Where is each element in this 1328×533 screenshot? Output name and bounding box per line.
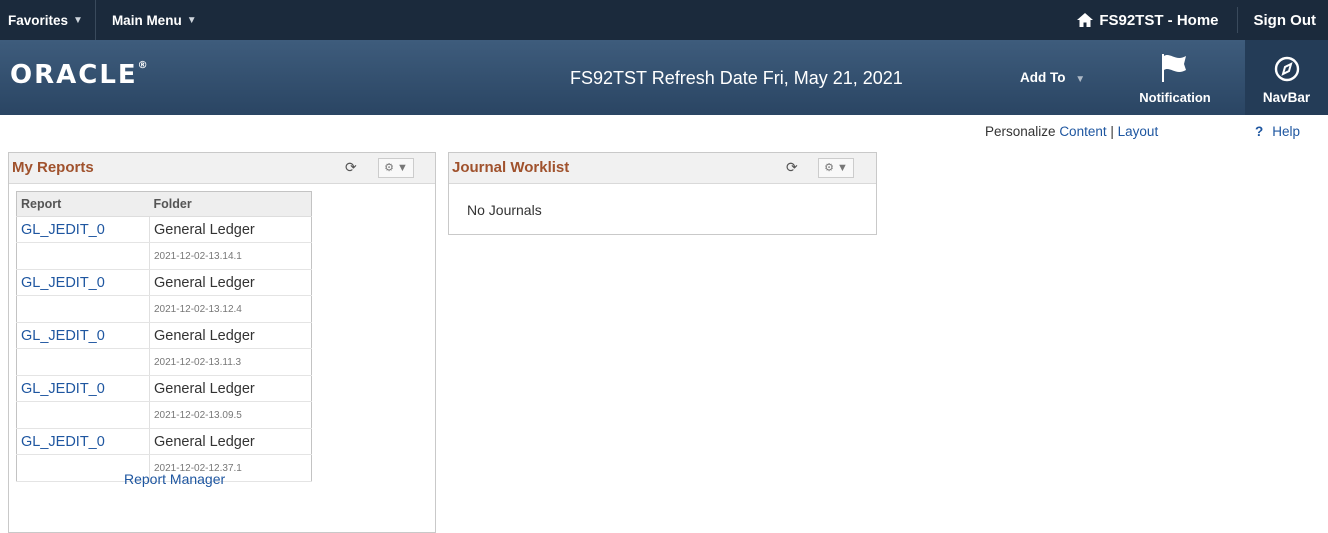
favorites-label: Favorites xyxy=(8,13,68,28)
empty-cell xyxy=(17,349,150,376)
table-row: GL_JEDIT_0 General Ledger xyxy=(17,376,312,402)
home-label: FS92TST - Home xyxy=(1099,12,1218,29)
pagelet-header: My Reports ⟳ ⚙ ▼ xyxy=(9,153,435,184)
report-link[interactable]: GL_JEDIT_0 xyxy=(17,376,150,402)
logo-registered-mark: ® xyxy=(138,60,148,71)
top-nav-bar: Favorites ▼ Main Menu ▼ FS92TST - Home S… xyxy=(0,0,1328,40)
personalize-content-link[interactable]: Content xyxy=(1059,124,1106,139)
empty-state-text: No Journals xyxy=(467,202,542,218)
favorites-menu[interactable]: Favorites ▼ xyxy=(0,0,95,40)
notification-label: Notification xyxy=(1130,90,1220,105)
personalize-links: Personalize Content | Layout xyxy=(985,124,1158,139)
report-link[interactable]: GL_JEDIT_0 xyxy=(17,270,150,296)
compass-icon xyxy=(1274,56,1300,82)
logo-text: ORACLE xyxy=(10,60,138,90)
main-menu[interactable]: Main Menu ▼ xyxy=(96,0,209,40)
table-row-detail: 2021-12-02-13.09.5 xyxy=(17,402,312,429)
column-header-report[interactable]: Report xyxy=(17,192,150,217)
navbar-button[interactable]: NavBar xyxy=(1245,40,1328,115)
table-header-row: Report Folder xyxy=(17,192,312,217)
oracle-logo: ORACLE® xyxy=(10,60,148,90)
my-reports-pagelet: My Reports ⟳ ⚙ ▼ Report Folder GL_JEDIT_… xyxy=(8,152,436,533)
folder-cell: General Ledger xyxy=(150,217,312,243)
home-icon xyxy=(1077,13,1093,27)
flag-icon xyxy=(1158,52,1190,84)
link-separator: | xyxy=(1110,124,1114,139)
column-header-folder[interactable]: Folder xyxy=(150,192,312,217)
branding-banner: ORACLE® FS92TST Refresh Date Fri, May 21… xyxy=(0,40,1328,115)
refresh-date-text: FS92TST Refresh Date Fri, May 21, 2021 xyxy=(570,68,903,89)
refresh-icon[interactable]: ⟳ xyxy=(345,159,357,176)
timestamp-cell: 2021-12-02-13.11.3 xyxy=(150,349,312,376)
home-link[interactable]: FS92TST - Home xyxy=(1059,12,1236,29)
table-row: GL_JEDIT_0 General Ledger xyxy=(17,429,312,455)
pagelet-header: Journal Worklist ⟳ ⚙ ▼ xyxy=(449,153,876,184)
journal-worklist-pagelet: Journal Worklist ⟳ ⚙ ▼ No Journals xyxy=(448,152,877,235)
report-link[interactable]: GL_JEDIT_0 xyxy=(17,323,150,349)
folder-cell: General Ledger xyxy=(150,429,312,455)
refresh-icon[interactable]: ⟳ xyxy=(786,159,798,176)
sign-out-button[interactable]: Sign Out xyxy=(1238,12,1328,29)
reports-table: Report Folder GL_JEDIT_0 General Ledger … xyxy=(16,191,312,482)
navbar-label: NavBar xyxy=(1245,90,1328,105)
folder-cell: General Ledger xyxy=(150,323,312,349)
personalize-label: Personalize xyxy=(985,124,1056,139)
gear-icon[interactable]: ⚙ ▼ xyxy=(378,158,414,178)
empty-cell xyxy=(17,296,150,323)
table-row: GL_JEDIT_0 General Ledger xyxy=(17,217,312,243)
folder-cell: General Ledger xyxy=(150,270,312,296)
help-link[interactable]: ? Help xyxy=(1255,124,1300,139)
empty-cell xyxy=(17,243,150,270)
report-link[interactable]: GL_JEDIT_0 xyxy=(17,429,150,455)
notification-button[interactable]: Notification xyxy=(1130,50,1220,110)
pagelet-title: My Reports xyxy=(12,159,94,176)
help-icon: ? xyxy=(1255,124,1263,139)
main-menu-label: Main Menu xyxy=(112,13,182,28)
table-row-detail: 2021-12-02-13.11.3 xyxy=(17,349,312,376)
main-menu-chevron-down-icon: ▼ xyxy=(187,15,197,26)
table-row: GL_JEDIT_0 General Ledger xyxy=(17,323,312,349)
gear-icon[interactable]: ⚙ ▼ xyxy=(818,158,854,178)
favorites-chevron-down-icon: ▼ xyxy=(73,15,83,26)
help-label: Help xyxy=(1272,124,1300,139)
timestamp-cell: 2021-12-02-13.14.1 xyxy=(150,243,312,270)
report-manager-link[interactable]: Report Manager xyxy=(124,471,225,487)
table-row-detail: 2021-12-02-13.12.4 xyxy=(17,296,312,323)
add-to-label: Add To xyxy=(1020,70,1065,85)
pagelet-title: Journal Worklist xyxy=(452,159,569,176)
report-link[interactable]: GL_JEDIT_0 xyxy=(17,217,150,243)
timestamp-cell: 2021-12-02-13.12.4 xyxy=(150,296,312,323)
table-row: GL_JEDIT_0 General Ledger xyxy=(17,270,312,296)
empty-cell xyxy=(17,402,150,429)
add-to-chevron-down-icon: ▼ xyxy=(1075,74,1085,85)
topbar-right: FS92TST - Home Sign Out xyxy=(1059,0,1328,40)
timestamp-cell: 2021-12-02-13.09.5 xyxy=(150,402,312,429)
folder-cell: General Ledger xyxy=(150,376,312,402)
table-row-detail: 2021-12-02-13.14.1 xyxy=(17,243,312,270)
personalize-layout-link[interactable]: Layout xyxy=(1118,124,1159,139)
add-to-menu[interactable]: Add To ▼ xyxy=(1020,70,1085,85)
